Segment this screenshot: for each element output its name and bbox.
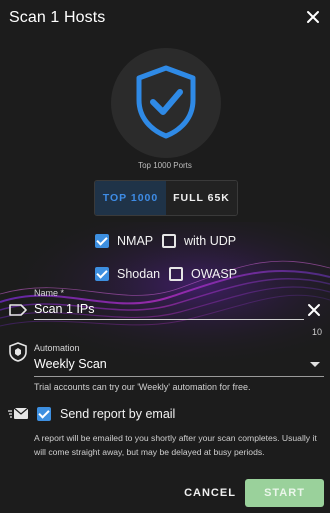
automation-label: Automation: [34, 343, 80, 353]
shield-badge-icon: [9, 342, 27, 362]
email-report-label: Send report by email: [60, 407, 176, 421]
shield-check-icon: [136, 65, 196, 139]
shield-caption: Top 1000 Ports: [138, 161, 192, 170]
udp-checkbox[interactable]: [162, 234, 176, 248]
owasp-option: OWASP: [169, 267, 237, 281]
shodan-option: Shodan: [95, 267, 160, 281]
shield-badge: [111, 48, 221, 158]
port-range-toggle: TOP 1000 FULL 65K: [94, 180, 238, 216]
email-report-note: A report will be emailed to you shortly …: [34, 433, 317, 457]
shodan-checkbox[interactable]: [95, 267, 109, 281]
name-char-counter: 10: [311, 327, 322, 337]
shodan-label: Shodan: [117, 267, 161, 281]
scan-hosts-dialog: Scan 1 Hosts Top 1000 Ports TOP 1000 FUL…: [0, 0, 330, 513]
tag-icon: [9, 304, 27, 316]
nmap-label: NMAP: [117, 234, 154, 248]
owasp-checkbox[interactable]: [169, 267, 183, 281]
email-report-checkbox[interactable]: [37, 407, 51, 421]
close-icon[interactable]: [304, 8, 322, 26]
toggle-top-1000[interactable]: TOP 1000: [95, 181, 166, 215]
name-field-label: Name *: [34, 288, 65, 298]
cancel-button[interactable]: CANCEL: [180, 479, 240, 507]
dialog-title: Scan 1 Hosts: [9, 9, 106, 26]
toggle-full-65k[interactable]: FULL 65K: [166, 181, 237, 215]
dialog-header: Scan 1 Hosts: [0, 0, 330, 36]
email-report-option: Send report by email: [37, 407, 175, 421]
owasp-label: OWASP: [191, 267, 238, 281]
udp-option: with UDP: [162, 234, 236, 248]
clear-name-icon[interactable]: [307, 303, 321, 317]
automation-hint: Trial accounts can try our 'Weekly' auto…: [34, 382, 251, 392]
scan-name-input[interactable]: [34, 298, 304, 320]
nmap-checkbox[interactable]: [95, 234, 109, 248]
chevron-down-icon: [310, 362, 320, 367]
mail-icon: [8, 407, 29, 419]
automation-select[interactable]: Weekly Scan: [34, 353, 324, 377]
automation-value: Weekly Scan: [34, 357, 107, 371]
start-button[interactable]: START: [245, 479, 324, 507]
nmap-option: NMAP: [95, 234, 153, 248]
udp-label: with UDP: [184, 234, 237, 248]
